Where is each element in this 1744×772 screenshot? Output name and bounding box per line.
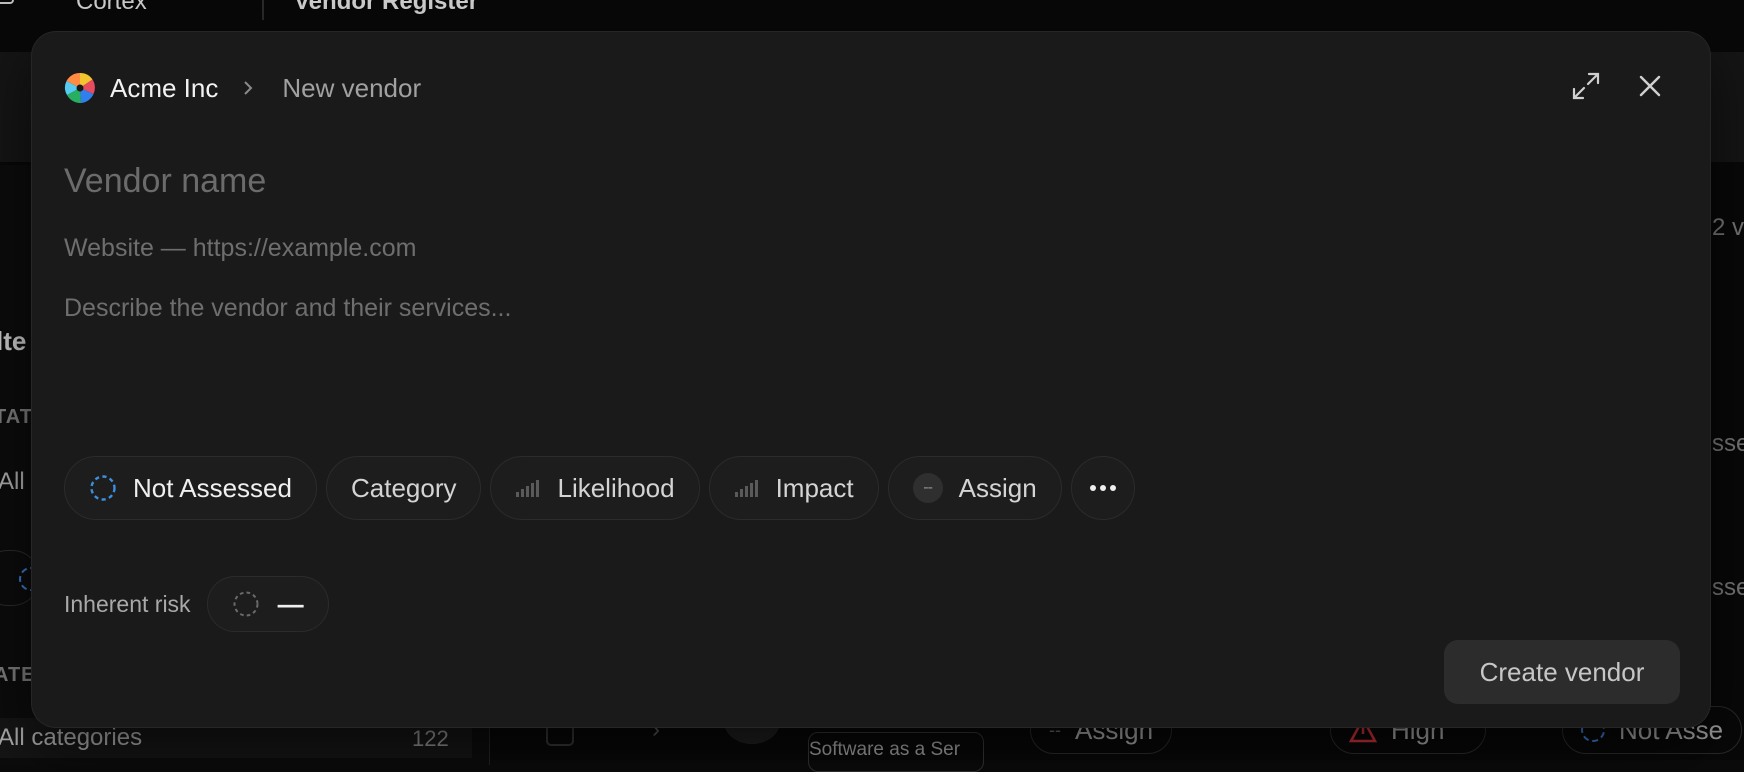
impact-chip-label: Impact	[776, 473, 854, 504]
assign-chip-label: Assign	[959, 473, 1037, 504]
page-title: Vendor Register	[294, 0, 478, 16]
status-heading: TAT	[0, 406, 33, 429]
category-chip[interactable]: Category	[326, 456, 482, 520]
category-count: 122	[412, 726, 449, 752]
status-partial-1: sse	[1712, 430, 1744, 458]
inherent-risk-value: —	[278, 589, 304, 620]
inherent-risk-row: Inherent risk —	[64, 576, 329, 632]
status-chip-label: Not Assessed	[133, 473, 292, 504]
signal-bars-icon	[515, 478, 541, 498]
signal-bars-icon	[734, 478, 760, 498]
status-partial-2: sse	[1712, 574, 1744, 602]
acme-logo-icon	[64, 72, 96, 104]
impact-chip[interactable]: Impact	[709, 456, 879, 520]
inherent-risk-chip[interactable]: —	[207, 576, 329, 632]
unassigned-avatar: --	[913, 473, 943, 503]
expand-icon	[1571, 71, 1601, 101]
inherent-risk-label: Inherent risk	[64, 591, 191, 618]
likelihood-chip[interactable]: Likelihood	[490, 456, 699, 520]
app-name: Cortex	[76, 0, 147, 16]
likelihood-chip-label: Likelihood	[557, 473, 674, 504]
more-options-button[interactable]	[1071, 456, 1135, 520]
chevron-right-icon	[240, 80, 256, 96]
vendor-count-partial: 2 v	[1712, 214, 1744, 242]
vendor-name-input[interactable]	[64, 156, 1664, 206]
expand-button[interactable]	[1568, 68, 1604, 104]
filters-title: lte	[0, 326, 26, 357]
assign-chip[interactable]: -- Assign	[888, 456, 1062, 520]
website-input[interactable]	[64, 228, 1664, 268]
category-filter: All categories	[0, 724, 142, 752]
create-vendor-button[interactable]: Create vendor	[1444, 640, 1680, 704]
modal-breadcrumb: Acme Inc New vendor	[64, 68, 421, 108]
property-chips: Not Assessed Category Likelihood I	[64, 456, 1135, 520]
description-input[interactable]	[64, 294, 1664, 434]
not-assessed-icon	[89, 474, 117, 502]
more-horizontal-icon	[1089, 484, 1117, 492]
org-name[interactable]: Acme Inc	[110, 73, 218, 104]
sidebar-toggle-icon[interactable]	[0, 0, 14, 4]
row-category-tag: Software as a Ser	[808, 732, 984, 772]
top-bar: Cortex Vendor Register	[0, 0, 1744, 32]
risk-empty-icon	[232, 590, 260, 618]
status-chip[interactable]: Not Assessed	[64, 456, 317, 520]
close-button[interactable]	[1632, 68, 1668, 104]
breadcrumb-current: New vendor	[282, 73, 421, 104]
close-icon	[1638, 74, 1662, 98]
category-heading: ATE	[0, 664, 36, 687]
new-vendor-modal: Acme Inc New vendor Not Assessed Categor…	[32, 32, 1710, 727]
category-chip-label: Category	[351, 473, 457, 504]
top-bar-divider	[262, 0, 264, 20]
status-filter[interactable]: All	[0, 468, 25, 496]
